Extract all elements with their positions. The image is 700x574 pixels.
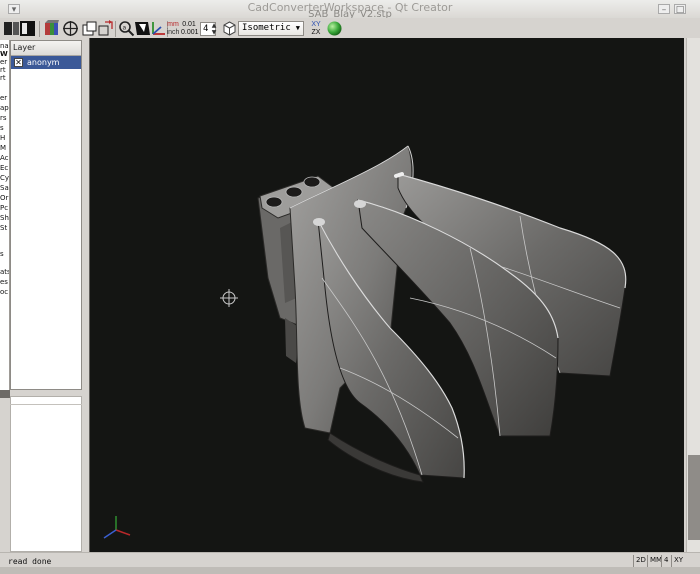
layer-name: anonym <box>27 58 60 67</box>
units-inch-label[interactable]: inch <box>165 29 181 36</box>
window-titlebar: CadConverterWorkspace - Qt Creator SAB_B… <box>0 0 700 20</box>
strip-label: Ec <box>0 164 9 172</box>
cube-icon[interactable] <box>221 20 238 37</box>
zoom-fit-icon[interactable]: a <box>118 20 135 37</box>
axis-triad-icon <box>103 516 131 539</box>
strip-label: s <box>0 124 4 132</box>
precision-fine-label[interactable]: 0.001 <box>181 29 199 36</box>
strip-label: rt <box>0 66 6 74</box>
layer-column-header[interactable]: Layer <box>11 41 81 56</box>
divider <box>10 404 82 405</box>
status-message: read done <box>8 557 52 566</box>
color-cube-icon[interactable] <box>43 20 60 37</box>
layer-visibility-checkbox[interactable]: ✕ <box>14 58 23 67</box>
strip-label: na <box>0 42 9 50</box>
minimize-icon[interactable]: – <box>658 4 670 15</box>
strip-label: Sh <box>0 214 9 222</box>
command-list-strip: na W er rt rt er ap rs s H M Ac Ec Cy Sa… <box>0 40 10 390</box>
strip-label: er <box>0 58 8 66</box>
precision-coarse-label[interactable]: 0.01 <box>181 21 197 28</box>
layer-row-anonym[interactable]: ✕ anonym <box>11 56 81 69</box>
move-icon[interactable] <box>97 20 114 37</box>
plane-xy-label[interactable]: XY <box>309 21 323 28</box>
strip-label: ap <box>0 104 9 112</box>
strip-label: rt <box>0 74 6 82</box>
svg-text:a: a <box>123 25 127 32</box>
crosshair-cursor-icon <box>220 289 238 307</box>
properties-panel <box>10 396 82 552</box>
strip-label: er <box>0 94 8 102</box>
view-mode-select[interactable]: Isometric ▼ <box>238 21 304 36</box>
strip-label: es <box>0 278 8 286</box>
window-menu-icon[interactable]: ▾ <box>8 4 20 15</box>
panels-icon[interactable] <box>19 20 36 37</box>
strip-label: H <box>0 134 6 142</box>
cad-viewport[interactable] <box>89 38 684 552</box>
status-precision[interactable]: 4 <box>661 555 670 567</box>
strip-label: Cy <box>0 174 10 182</box>
right-scrollbar-thumb[interactable] <box>688 455 700 540</box>
strip-label: s <box>0 250 4 258</box>
strip-label: rs <box>0 114 7 122</box>
app-menu-icon[interactable] <box>3 20 20 37</box>
maximize-icon[interactable]: □ <box>674 4 686 15</box>
strip-label: St <box>0 224 8 232</box>
strip-label: Pc <box>0 204 9 212</box>
display-mode-icon[interactable] <box>81 20 98 37</box>
panel-background <box>0 398 10 558</box>
shading-icon[interactable] <box>134 20 151 37</box>
layer-panel: Layer ✕ anonym <box>10 40 82 390</box>
status-2d[interactable]: 2D <box>633 555 648 567</box>
strip-label: W <box>0 50 8 58</box>
target-icon[interactable] <box>62 20 79 37</box>
plane-zx-label[interactable]: ZX <box>308 29 324 36</box>
strip-label: Ac <box>0 154 9 162</box>
panel-splitter[interactable] <box>0 390 10 398</box>
strip-label: Sa <box>0 184 9 192</box>
strip-label: M <box>0 144 7 152</box>
view-mode-value: Isometric <box>242 23 291 33</box>
strip-label: Or <box>0 194 9 202</box>
strip-label: oc <box>0 288 9 296</box>
bottom-edge <box>0 567 700 574</box>
status-plane[interactable]: XY <box>671 555 685 567</box>
units-mm-label[interactable]: mm <box>166 21 180 28</box>
chevron-down-icon: ▼ <box>295 24 300 32</box>
render-sphere-icon[interactable] <box>326 20 343 37</box>
main-toolbar: a mm inch 0.01 0.001 4 ▲ ▼ Isometric ▼ XY… <box>0 18 700 40</box>
strip-label: ats <box>0 268 10 276</box>
spinbox-arrows-icon[interactable]: ▲ ▼ <box>210 22 218 36</box>
